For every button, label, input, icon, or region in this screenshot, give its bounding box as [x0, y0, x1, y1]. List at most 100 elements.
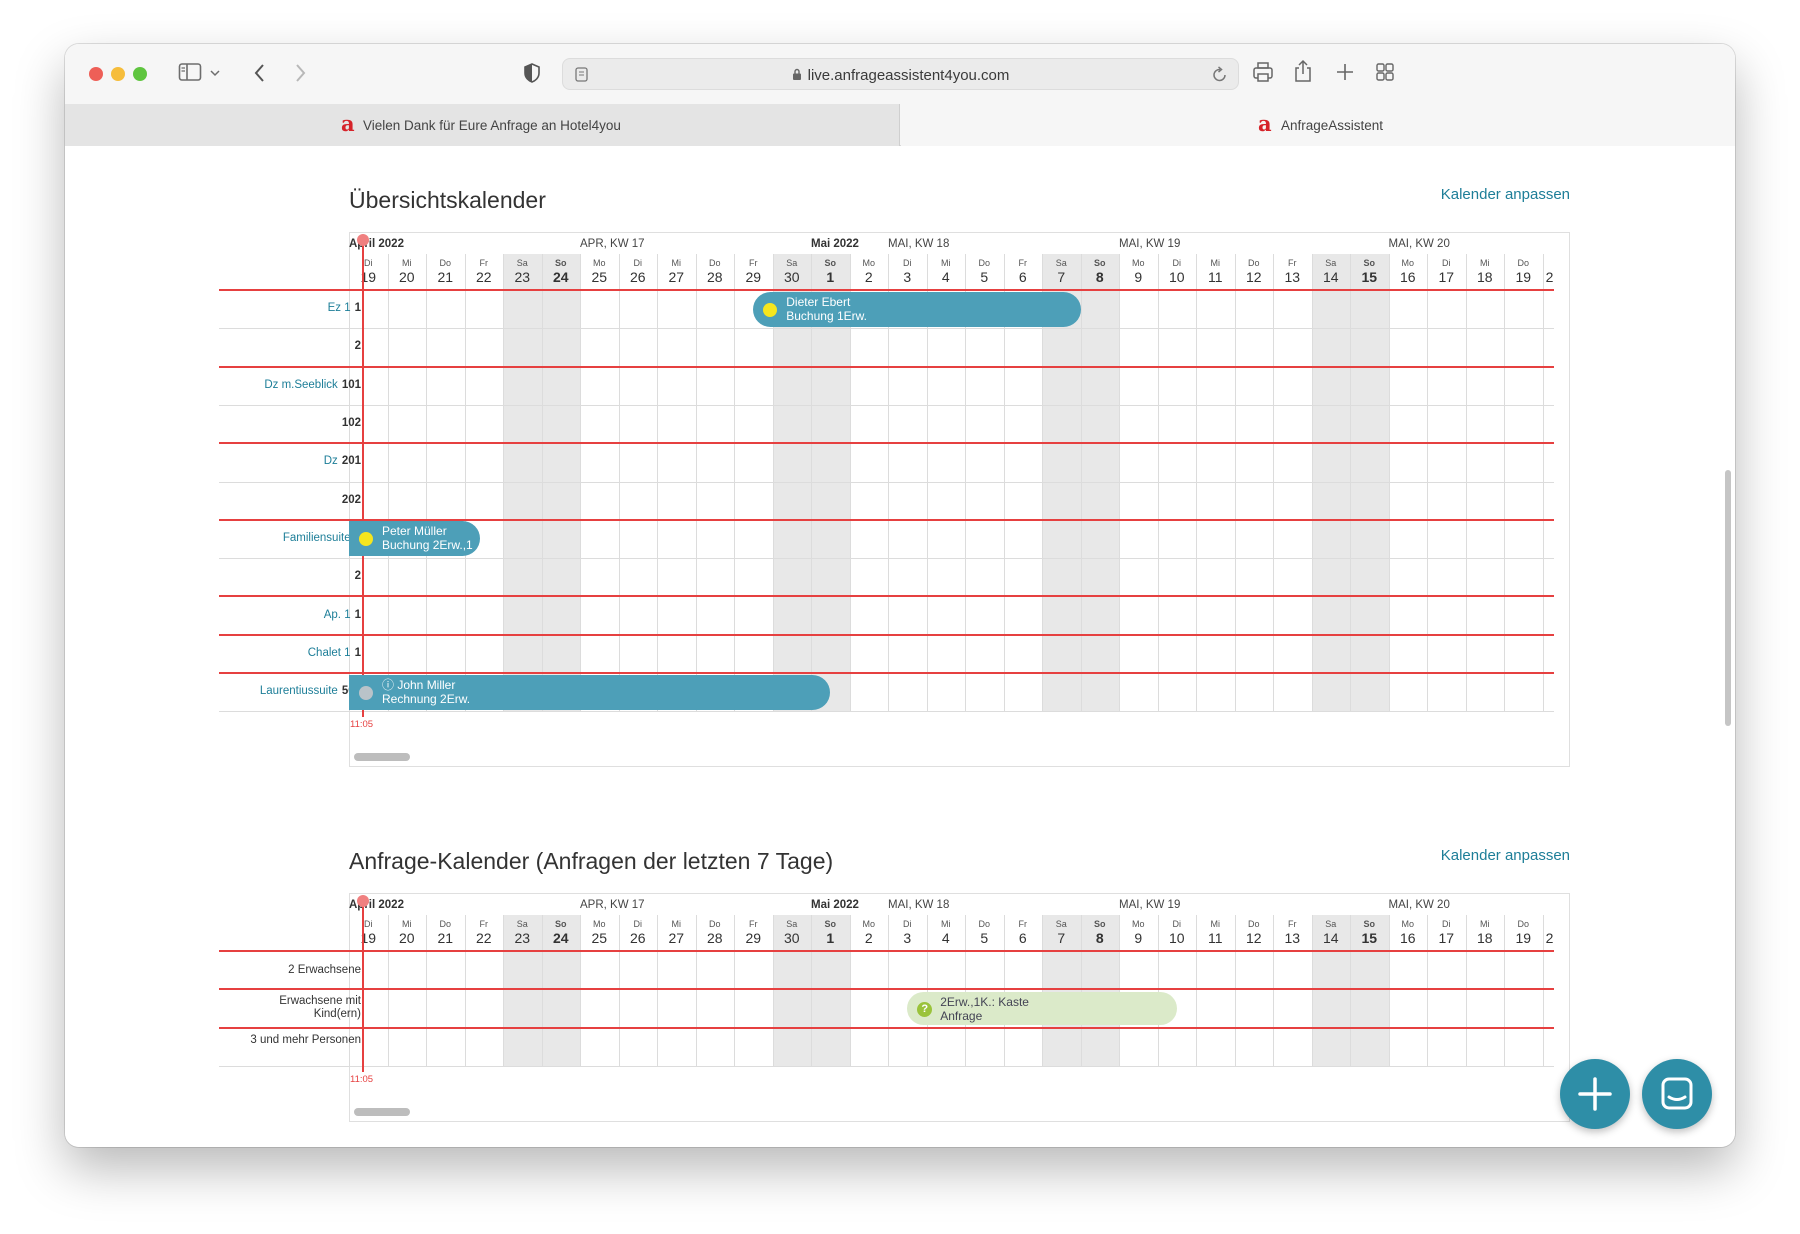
- privacy-shield-icon[interactable]: [523, 62, 541, 88]
- grid-column-line: [426, 254, 427, 712]
- day-number: 21: [437, 269, 454, 285]
- room-category-link[interactable]: Chalet 1: [308, 647, 351, 659]
- grid-column-line: [1119, 254, 1120, 712]
- day-header: Di 10: [1158, 893, 1197, 951]
- forward-arrow-icon[interactable]: [293, 62, 307, 88]
- day-header: Mi 20: [388, 893, 427, 951]
- day-number: 2: [864, 269, 873, 285]
- group-divider: [219, 442, 1554, 445]
- grid-column-line: [1388, 254, 1390, 712]
- tab-anfrageassistent[interactable]: a AnfrageAssistent: [901, 104, 1735, 146]
- day-number: 29: [745, 930, 762, 946]
- booking-bar[interactable]: ⓘ John Miller Rechnung 2Erw.: [349, 674, 831, 710]
- browser-window: live.anfrageassistent4you.com a Vielen D…: [65, 44, 1735, 1147]
- current-time-label: 11:05: [350, 719, 374, 731]
- new-tab-plus-icon[interactable]: [1335, 62, 1355, 86]
- day-header: So 15: [1350, 232, 1389, 290]
- grid-column-line: [657, 254, 658, 712]
- day-number: 20: [398, 930, 415, 946]
- weekday-label: Fr: [749, 258, 758, 268]
- weekday-label: Mi: [402, 919, 412, 929]
- day-number: 7: [1057, 930, 1066, 946]
- share-icon[interactable]: [1293, 59, 1313, 87]
- room-row-label: Dz m.Seeblick 101: [264, 379, 361, 391]
- room-category-link[interactable]: Ez 1: [328, 302, 351, 314]
- day-number: 10: [1168, 269, 1185, 285]
- weekday-label: So: [554, 258, 567, 268]
- overview-adjust-calendar-link[interactable]: Kalender anpassen: [1441, 186, 1570, 203]
- request-row-text: 3 und mehr Personen: [250, 1033, 361, 1046]
- day-header: Mi 11: [1196, 232, 1235, 290]
- booking-bar[interactable]: Dieter Ebert Buchung 1Erw.: [753, 291, 1081, 327]
- reload-icon[interactable]: [1212, 66, 1228, 88]
- day-header: Di 3: [888, 232, 927, 290]
- room-number: 101: [341, 378, 361, 391]
- weekday-label: Sa: [786, 258, 798, 268]
- add-button[interactable]: [1560, 1059, 1630, 1129]
- day-header: Do 21: [426, 893, 465, 951]
- weekday-label: Di: [1442, 919, 1451, 929]
- room-category-link[interactable]: Dz: [324, 455, 338, 467]
- calendar-bottom-line: [219, 1065, 1554, 1067]
- booking-bar[interactable]: Peter Müller Buchung 2Erw.,1: [349, 521, 480, 557]
- current-time-line: [362, 897, 365, 1072]
- weekday-label: So: [1093, 919, 1106, 929]
- weekday-label: Sa: [1325, 258, 1337, 268]
- room-category-link[interactable]: Familiensuite: [283, 532, 351, 544]
- day-number: 26: [629, 269, 646, 285]
- day-number: 9: [1134, 269, 1143, 285]
- day-number: 25: [591, 930, 608, 946]
- day-number: 22: [475, 930, 492, 946]
- room-row-label: 102: [342, 417, 361, 429]
- close-window-button[interactable]: [89, 67, 103, 81]
- day-header: Fr 13: [1273, 893, 1312, 951]
- day-number: 19: [360, 269, 377, 285]
- calendar-horizontal-scrollbar[interactable]: [354, 753, 410, 762]
- room-number: 1: [354, 302, 361, 315]
- url-text: live.anfrageassistent4you.com: [563, 67, 1238, 85]
- room-category-link[interactable]: Laurentiussuite: [260, 685, 338, 697]
- room-row-label: Laurentiussuite500: [260, 685, 361, 697]
- day-header: So 8: [1081, 232, 1120, 290]
- back-arrow-icon[interactable]: [253, 62, 267, 88]
- tab-anfrage-danke[interactable]: a Vielen Dank für Eure Anfrage an Hotel4…: [65, 104, 900, 146]
- day-number: 14: [1322, 269, 1339, 285]
- day-number: 4: [941, 930, 950, 946]
- room-category-link[interactable]: Ap. 1: [324, 609, 351, 621]
- weekday-label: Mo: [862, 258, 875, 268]
- address-bar[interactable]: live.anfrageassistent4you.com: [562, 58, 1239, 90]
- room-row-label: 2: [355, 340, 361, 352]
- day-header: So 8: [1081, 893, 1120, 951]
- current-time-line: [362, 236, 365, 718]
- day-header: Do 28: [696, 893, 735, 951]
- day-number: 5: [980, 930, 989, 946]
- grid-column-line: [464, 254, 466, 712]
- room-number: 2: [354, 570, 361, 583]
- tab-overview-icon[interactable]: [1375, 62, 1395, 86]
- request-adjust-calendar-link[interactable]: Kalender anpassen: [1441, 847, 1570, 864]
- room-category-link[interactable]: Dz m.Seeblick: [264, 379, 338, 391]
- page-scrollbar-thumb[interactable]: [1725, 470, 1731, 726]
- day-header: So 15: [1350, 893, 1389, 951]
- page-scrollbar[interactable]: [1721, 147, 1735, 1147]
- room-row-label: Chalet 11: [308, 647, 361, 659]
- weekday-label: Di: [1172, 919, 1182, 929]
- weekday-label: So: [1363, 258, 1375, 268]
- weekday-label: Fr: [1018, 919, 1028, 929]
- day-number: 23: [514, 269, 531, 285]
- sidebar-chevron-down-icon[interactable]: [210, 64, 220, 84]
- print-icon[interactable]: [1252, 61, 1274, 87]
- minimize-window-button[interactable]: [111, 67, 125, 81]
- zoom-window-button[interactable]: [133, 67, 147, 81]
- request-bar[interactable]: ? 2Erw.,1K.: Kaste Anfrage: [907, 991, 1177, 1025]
- weekday-label: So: [824, 258, 836, 268]
- sidebar-toggle-icon[interactable]: [178, 62, 202, 86]
- calendar-horizontal-scrollbar[interactable]: [354, 1107, 410, 1116]
- weekday-label: Mi: [671, 258, 682, 268]
- row-divider: [219, 404, 1554, 406]
- weekday-label: Do: [708, 258, 721, 268]
- grid-column-line: [503, 254, 504, 712]
- day-number: 11: [1207, 269, 1223, 285]
- chat-button[interactable]: [1642, 1059, 1712, 1129]
- day-number: 15: [1361, 269, 1378, 285]
